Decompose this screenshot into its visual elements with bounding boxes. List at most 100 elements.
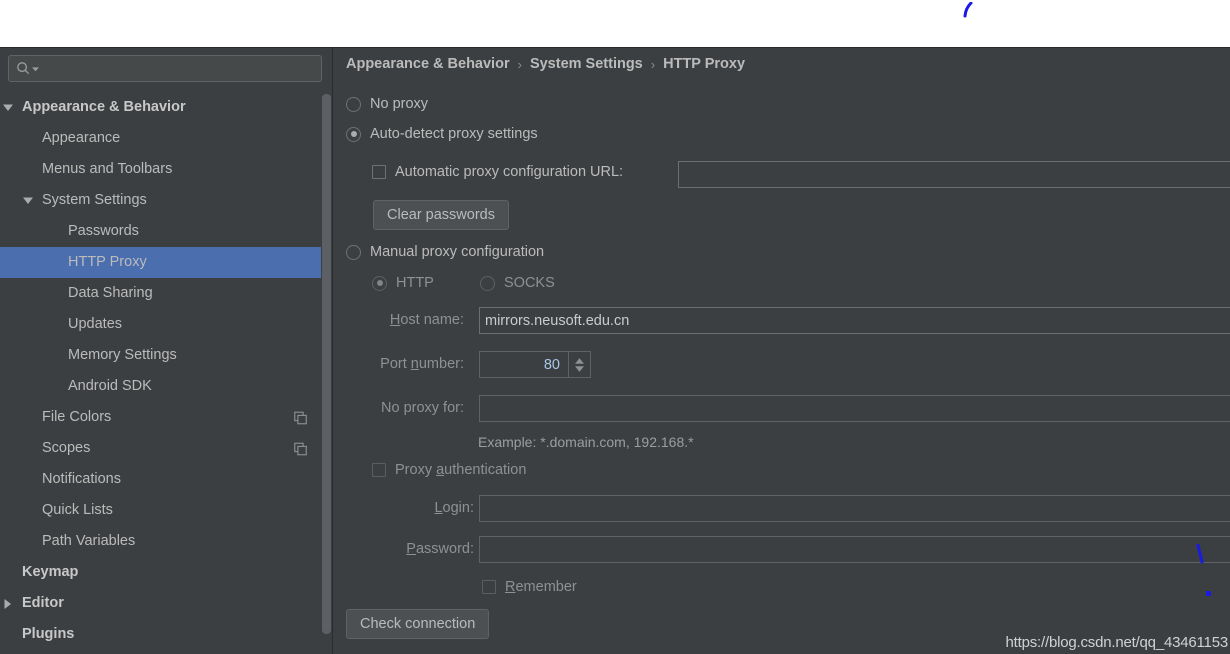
search-input[interactable]: [43, 61, 303, 76]
search-icon: [16, 61, 31, 76]
sidebar-item-label: Notifications: [42, 471, 121, 487]
pen-annotation-top: [963, 2, 973, 18]
sidebar-item-passwords[interactable]: Passwords: [0, 216, 321, 247]
copy-icon[interactable]: [294, 442, 307, 455]
sidebar-item-label: HTTP Proxy: [68, 254, 147, 270]
sidebar-item-quick-lists[interactable]: Quick Lists: [0, 495, 321, 526]
sidebar-item-scopes[interactable]: Scopes: [0, 433, 321, 464]
host-name-field[interactable]: [479, 307, 1230, 334]
port-number-field[interactable]: [479, 351, 569, 378]
checkbox-proxy-authentication[interactable]: Proxy authentication: [372, 462, 526, 478]
sidebar-item-updates[interactable]: Updates: [0, 309, 321, 340]
sidebar-item-label: Appearance & Behavior: [22, 99, 186, 115]
sidebar-item-appearance-behavior[interactable]: Appearance & Behavior: [0, 92, 321, 123]
port-number-input[interactable]: [485, 356, 563, 373]
password-input[interactable]: [485, 541, 1230, 558]
sidebar-item-label: Path Variables: [42, 533, 136, 549]
checkbox-proxy-authentication-label: Proxy authentication: [395, 462, 527, 478]
port-number-stepper[interactable]: [479, 351, 591, 378]
watermark-url: https://blog.csdn.net/qq_43461153: [1005, 634, 1229, 651]
no-proxy-example-hint: Example: *.domain.com, 192.168.*: [478, 434, 694, 450]
sidebar-item-label: Data Sharing: [68, 285, 153, 301]
screenshot-root: Appearance & Behavior Appearance Menus and…: [0, 0, 1230, 654]
checkbox-proxy-authentication-icon[interactable]: [372, 463, 386, 477]
login-input[interactable]: [485, 500, 1230, 517]
sidebar-item-label: Android SDK: [68, 378, 152, 394]
sidebar-item-keymap[interactable]: Keymap: [0, 557, 321, 588]
sidebar-item-file-colors[interactable]: File Colors: [0, 402, 321, 433]
sidebar-item-plugins[interactable]: Plugins: [0, 619, 321, 650]
sidebar-item-label: Updates: [68, 316, 123, 332]
chevron-down-icon[interactable]: [20, 197, 36, 205]
breadcrumb-item-appearance-behavior[interactable]: Appearance & Behavior: [346, 56, 510, 72]
proxy-form: No proxy Auto-detect proxy settings Auto…: [334, 88, 1230, 654]
settings-sidebar: Appearance & Behavior Appearance Menus and…: [0, 48, 333, 654]
breadcrumb-separator-icon: ›: [650, 56, 656, 72]
radio-manual-proxy-label: Manual proxy configuration: [370, 244, 545, 260]
sidebar-item-android-sdk[interactable]: Android SDK: [0, 371, 321, 402]
no-proxy-for-input[interactable]: [485, 400, 1230, 417]
radio-socks[interactable]: SOCKS: [480, 275, 555, 291]
copy-icon[interactable]: [294, 411, 307, 424]
sidebar-item-label: Passwords: [68, 223, 139, 239]
sidebar-item-editor[interactable]: Editor: [0, 588, 321, 619]
radio-http[interactable]: HTTP: [372, 275, 434, 291]
settings-tree[interactable]: Appearance & Behavior Appearance Menus and…: [0, 92, 321, 654]
login-field[interactable]: [479, 495, 1230, 522]
breadcrumb-item-system-settings[interactable]: System Settings: [530, 56, 643, 72]
auto-config-url-input[interactable]: [684, 166, 1230, 183]
radio-no-proxy[interactable]: No proxy: [346, 96, 428, 112]
breadcrumb: Appearance & Behavior › System Settings …: [346, 56, 745, 72]
host-name-input[interactable]: [485, 312, 1230, 329]
checkbox-remember[interactable]: Remember: [482, 579, 577, 595]
checkbox-auto-config-url-label: Automatic proxy configuration URL:: [395, 164, 624, 180]
no-proxy-for-field[interactable]: [479, 395, 1230, 422]
chevron-down-icon[interactable]: [0, 104, 16, 112]
spinner-down-icon[interactable]: [575, 365, 584, 372]
radio-auto-detect-proxy-icon[interactable]: [346, 126, 361, 142]
sidebar-item-path-variables[interactable]: Path Variables: [0, 526, 321, 557]
sidebar-item-label: Quick Lists: [42, 502, 113, 518]
host-name-label: Host name:: [389, 312, 464, 328]
clear-passwords-button[interactable]: Clear passwords: [373, 200, 509, 230]
sidebar-item-label: Editor: [22, 595, 64, 611]
checkbox-auto-config-url-icon[interactable]: [372, 165, 386, 179]
auto-config-url-field[interactable]: [678, 161, 1230, 188]
sidebar-item-label: Plugins: [22, 626, 75, 642]
sidebar-item-menus-and-toolbars[interactable]: Menus and Toolbars: [0, 154, 321, 185]
sidebar-item-memory-settings[interactable]: Memory Settings: [0, 340, 321, 371]
sidebar-item-system-settings[interactable]: System Settings: [0, 185, 321, 216]
spinner-up-icon[interactable]: [575, 357, 584, 364]
radio-http-icon[interactable]: [372, 275, 387, 291]
radio-auto-detect-proxy[interactable]: Auto-detect proxy settings: [346, 126, 538, 142]
settings-dialog: Appearance & Behavior Appearance Menus and…: [0, 47, 1230, 654]
http-proxy-panel: Appearance & Behavior › System Settings …: [334, 48, 1230, 654]
sidebar-item-notifications[interactable]: Notifications: [0, 464, 321, 495]
password-field[interactable]: [479, 536, 1230, 563]
breadcrumb-item-http-proxy: HTTP Proxy: [663, 56, 746, 72]
chevron-right-icon[interactable]: [0, 598, 16, 609]
search-dropdown-icon[interactable]: [32, 60, 39, 78]
sidebar-item-label: Keymap: [22, 564, 79, 580]
sidebar-item-http-proxy[interactable]: HTTP Proxy: [0, 247, 321, 278]
sidebar-scrollbar-thumb[interactable]: [322, 94, 331, 634]
radio-http-label: HTTP: [396, 275, 434, 291]
checkbox-remember-icon[interactable]: [482, 580, 496, 594]
sidebar-item-appearance[interactable]: Appearance: [0, 123, 321, 154]
sidebar-item-label: Scopes: [42, 440, 91, 456]
sidebar-item-label: Menus and Toolbars: [42, 161, 173, 177]
radio-socks-icon[interactable]: [480, 275, 495, 291]
checkbox-auto-config-url[interactable]: Automatic proxy configuration URL:: [372, 164, 623, 180]
settings-search-box[interactable]: [8, 55, 322, 82]
radio-socks-label: SOCKS: [504, 275, 555, 291]
radio-no-proxy-icon[interactable]: [346, 96, 361, 112]
pen-annotation-auth: [1196, 544, 1204, 564]
pen-annotation-dot: [1206, 591, 1211, 596]
port-number-spinner-buttons[interactable]: [569, 351, 591, 378]
sidebar-item-label: Appearance: [42, 130, 121, 146]
sidebar-item-data-sharing[interactable]: Data Sharing: [0, 278, 321, 309]
check-connection-button[interactable]: Check connection: [346, 609, 490, 639]
radio-manual-proxy[interactable]: Manual proxy configuration: [346, 244, 544, 260]
radio-manual-proxy-icon[interactable]: [346, 244, 361, 260]
top-white-strip: [0, 0, 1230, 47]
